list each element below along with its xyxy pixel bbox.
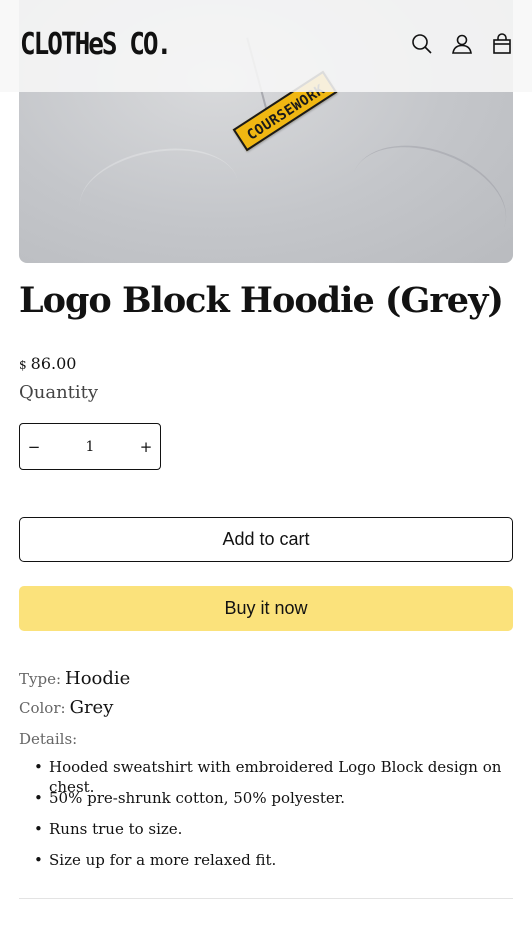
buy-it-now-button[interactable]: Buy it now — [19, 586, 513, 631]
quantity-stepper: − 1 + — [19, 423, 161, 470]
details-list: Hooded sweatshirt with embroidered Logo … — [34, 757, 532, 881]
quantity-label: Quantity — [19, 382, 99, 403]
cart-icon[interactable] — [490, 32, 514, 56]
list-item: Size up for a more relaxed fit. — [34, 850, 532, 881]
brand-logo[interactable]: CLOTHeS CO. — [20, 28, 172, 63]
details-label: Details: — [19, 730, 78, 748]
hoodie-fold — [72, 136, 246, 254]
type-value: Hoodie — [65, 668, 131, 689]
product-color: Color: Grey — [19, 697, 113, 718]
product-type: Type: Hoodie — [19, 668, 130, 689]
product-title: Logo Block Hoodie (Grey) — [19, 280, 504, 321]
color-label: Color: — [19, 699, 66, 717]
site-header: CLOTHeS CO. — [0, 0, 532, 92]
increase-quantity-button[interactable]: + — [132, 424, 160, 469]
hoodie-fold — [336, 125, 513, 263]
list-item: Runs true to size. — [34, 819, 532, 850]
divider — [19, 898, 513, 899]
quantity-input[interactable]: 1 — [48, 439, 132, 455]
color-value: Grey — [69, 697, 114, 718]
type-label: Type: — [19, 670, 62, 688]
list-item: Hooded sweatshirt with embroidered Logo … — [34, 757, 532, 796]
product-price: $86.00 — [19, 354, 76, 373]
add-to-cart-button[interactable]: Add to cart — [19, 517, 513, 562]
price-value: 86.00 — [30, 354, 77, 373]
account-icon[interactable] — [450, 32, 474, 56]
currency-symbol: $ — [19, 358, 27, 372]
decrease-quantity-button[interactable]: − — [20, 424, 48, 469]
list-item: 50% pre-shrunk cotton, 50% polyester. — [34, 788, 532, 819]
search-icon[interactable] — [410, 32, 434, 56]
